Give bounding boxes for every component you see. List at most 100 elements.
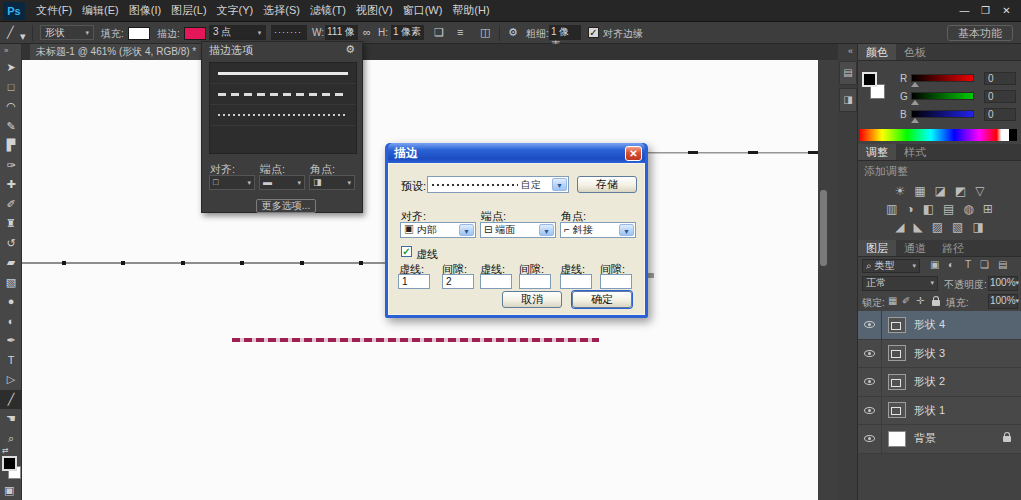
color-spectrum-bar[interactable] [860, 129, 1017, 141]
screen-mode-icon[interactable]: ▣ [4, 484, 14, 497]
panel-gear-icon[interactable]: ⚙ [345, 43, 355, 58]
path-arrangement-icon[interactable]: ◫ [480, 26, 490, 39]
blend-mode-select[interactable]: 正常▾ [862, 276, 938, 291]
tool-button[interactable]: ✚ [0, 175, 22, 195]
layer-visibility-toggle[interactable] [858, 425, 882, 453]
menu-item[interactable]: 视图(V) [351, 0, 398, 21]
adjustment-icon[interactable]: ⊞ [983, 202, 993, 216]
tool-button[interactable]: □ [0, 78, 22, 98]
tool-button[interactable]: ╱ [0, 390, 22, 410]
adjustment-icon[interactable]: ◩ [955, 184, 966, 198]
adjustment-icon[interactable]: ◨ [972, 220, 983, 234]
layer-visibility-toggle[interactable] [858, 340, 882, 368]
dialog-close-button[interactable]: ✕ [625, 146, 642, 161]
layer-row[interactable]: 形状 2 [858, 368, 1021, 397]
menu-item[interactable]: 图层(L) [166, 0, 211, 21]
stroke-style-solid[interactable] [210, 63, 356, 84]
workspace-button[interactable]: 基本功能 [947, 25, 1013, 41]
swap-colors-icon[interactable]: ⇄ [2, 446, 9, 455]
adjustment-icon[interactable]: ▤ [943, 202, 954, 216]
filter-adjustment-icon[interactable]: ◐ [948, 259, 954, 270]
stroke-style-dashed[interactable] [210, 84, 356, 105]
adjustment-icon[interactable]: ◪ [935, 184, 946, 198]
stroke-type-select[interactable]: ·······▾ [271, 25, 307, 40]
layer-filter-select[interactable]: ⌕ 类型▾ [862, 259, 920, 273]
cancel-button[interactable]: 取消 [502, 291, 562, 308]
layer-thumbnail[interactable] [888, 431, 906, 447]
tool-button[interactable]: ✑ [0, 156, 22, 176]
tool-button[interactable]: ☚ [0, 409, 22, 429]
layer-row[interactable]: 背景 [858, 425, 1021, 454]
dash-field-input[interactable] [560, 274, 592, 289]
preset-arrow-icon[interactable]: ▼ [552, 178, 567, 191]
filter-kind-icon[interactable]: ▣ [930, 259, 939, 270]
tool-button[interactable]: ✐ [0, 195, 22, 215]
dlg-cap-select[interactable]: ⊟ 端面▼ [480, 222, 556, 238]
adjustment-icon[interactable]: ◧ [923, 202, 934, 216]
lock-position-icon[interactable]: ✛ [916, 295, 924, 306]
link-dimensions-icon[interactable]: ∞ [363, 26, 371, 38]
layer-thumbnail[interactable] [888, 317, 906, 333]
opacity-input[interactable]: 100%▾ [988, 276, 1018, 291]
path-operations-icon[interactable]: ❏ [434, 26, 444, 39]
dock-panel-button-2[interactable]: ◨ [839, 88, 857, 112]
adjustment-icon[interactable]: ◢ [895, 220, 904, 234]
tab-adjustments[interactable]: 调整 [858, 144, 896, 160]
tool-button[interactable]: ♜ [0, 214, 22, 234]
tool-button[interactable]: ↺ [0, 234, 22, 254]
weight-input[interactable]: 1 像素 [549, 25, 581, 40]
tab-channels[interactable]: 通道 [896, 240, 934, 256]
vertical-scrollbar[interactable] [820, 190, 827, 266]
tool-button[interactable]: ▰ [0, 253, 22, 273]
adjustment-icon[interactable]: ☀ [894, 184, 905, 198]
adjustment-icon[interactable]: ▽ [975, 184, 984, 198]
path-alignment-icon[interactable]: ≡ [457, 26, 463, 38]
tool-button[interactable]: ▷ [0, 370, 22, 390]
dash-field-input[interactable] [519, 274, 551, 289]
tab-color[interactable]: 颜色 [858, 44, 896, 60]
document-tab[interactable]: 未标题-1 @ 461% (形状 4, RGB/8) * × [30, 44, 214, 60]
blue-value[interactable]: 0 [984, 108, 1016, 121]
menu-item[interactable]: 图像(I) [124, 0, 166, 21]
tool-button[interactable]: ◠ [0, 97, 22, 117]
toolbar-collapse-icon[interactable]: » [0, 44, 21, 58]
adjustment-icon[interactable]: ▨ [932, 220, 943, 234]
tool-button[interactable]: ✒ [0, 331, 22, 351]
h-input[interactable]: 1 像素 [391, 25, 424, 40]
layer-row[interactable]: 形状 4 [858, 311, 1021, 340]
tool-button[interactable]: ✎ [0, 117, 22, 137]
green-value[interactable]: 0 [984, 90, 1016, 103]
menu-item[interactable]: 文件(F) [31, 0, 77, 21]
corner-select[interactable]: ◨▾ [309, 175, 355, 190]
blue-slider-marker[interactable] [911, 118, 919, 123]
more-options-button[interactable]: 更多选项... [256, 199, 316, 213]
gear-icon[interactable]: ⚙ [508, 26, 518, 39]
dlg-align-select[interactable]: ▣ 内部▼ [400, 222, 476, 238]
foreground-color-swatch[interactable] [2, 456, 17, 471]
layer-thumbnail[interactable] [888, 402, 906, 418]
tool-preset-caret-icon[interactable]: ▾ [20, 30, 26, 43]
restore-button[interactable]: ❐ [975, 1, 996, 21]
stroke-width-caret[interactable]: ▾ [253, 25, 266, 40]
dock-panel-button-1[interactable]: ▤ [839, 61, 857, 85]
dash-field-input[interactable] [600, 274, 632, 289]
dock-expand-icon[interactable]: « [838, 44, 857, 58]
dash-field-input[interactable]: 1 [398, 274, 430, 289]
preset-select[interactable]: 自定 ▼ [427, 176, 569, 193]
line-tool-icon[interactable]: ╱ [7, 26, 14, 39]
fill-input[interactable]: 100%▾ [988, 294, 1018, 309]
filter-smart-icon[interactable]: ▤ [998, 259, 1007, 270]
fill-swatch[interactable] [128, 27, 150, 40]
w-input[interactable]: 111 像 [325, 25, 358, 40]
dlg-corner-select[interactable]: ⌐ 斜接▼ [560, 222, 636, 238]
align-select[interactable]: □▾ [209, 175, 255, 190]
adjustment-icon[interactable]: ◑ [906, 202, 913, 216]
green-slider-marker[interactable] [911, 100, 919, 105]
dashed-line-checkbox[interactable]: ✓ [401, 246, 412, 257]
menu-item[interactable]: 编辑(E) [77, 0, 124, 21]
tool-button[interactable]: ● [0, 292, 22, 312]
menu-item[interactable]: 选择(S) [258, 0, 305, 21]
layer-row[interactable]: 形状 1 [858, 397, 1021, 426]
lock-transparent-icon[interactable]: ▦ [888, 295, 897, 306]
layer-thumbnail[interactable] [888, 345, 906, 361]
